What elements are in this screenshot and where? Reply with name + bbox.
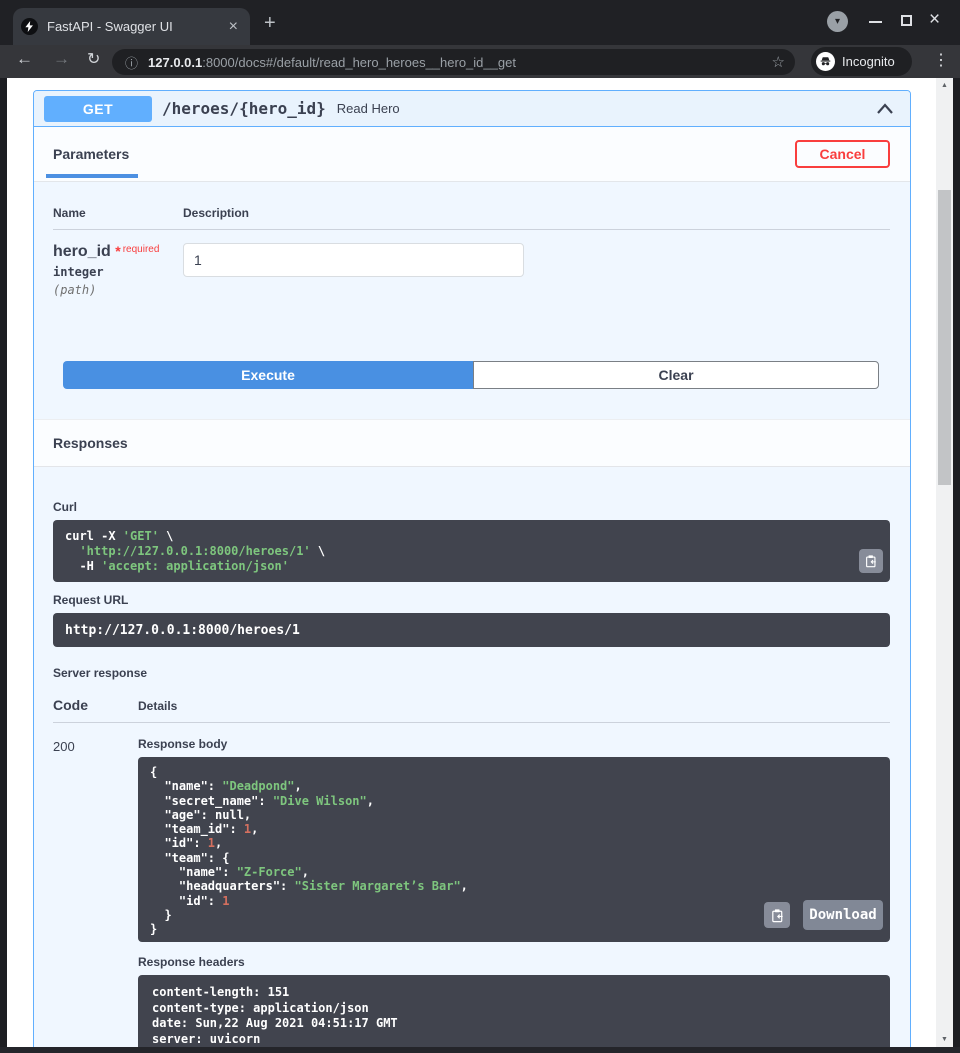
column-name: Name [53,206,183,220]
chevron-up-icon [876,102,894,115]
status-code: 200 [53,737,138,1047]
status-details: Response body { "name": "Deadpond", "sec… [138,737,890,1047]
forward-button[interactable]: → [53,49,70,69]
response-headers-label: Response headers [138,955,890,969]
responses-title: Responses [53,435,128,451]
browser-window: FastAPI - Swagger UI × + ▾ × ← → ↻ ⓘ 127… [0,0,960,1053]
execute-clear-row: Execute Clear [63,361,879,389]
bookmark-star-icon[interactable]: ☆ [772,53,785,71]
param-location: (path) [53,283,183,297]
browser-menu-icon[interactable]: ⋮ [933,50,949,70]
incognito-label: Incognito [842,54,895,69]
opblock-header[interactable]: GET /heroes/{hero_id} Read Hero [34,91,910,127]
response-body-actions: Download [764,900,883,930]
minimize-button[interactable] [869,21,882,23]
param-value-cell [183,243,524,297]
endpoint-summary: Read Hero [337,101,400,116]
reload-button[interactable]: ↻ [87,49,100,69]
clipboard-icon [864,554,878,568]
tab-active-underline [46,174,138,178]
param-row-hero-id: hero_id *required integer (path) [53,243,890,297]
table-divider [53,229,890,230]
window-bottom-border [0,1047,960,1053]
fastapi-logo-icon [21,18,38,35]
window-right-border [953,78,960,1047]
browser-update-icon[interactable]: ▾ [827,11,848,32]
required-asterisk: * [115,243,120,259]
server-response-label: Server response [53,666,890,680]
column-description: Description [183,206,249,220]
collapse-button[interactable] [876,102,894,115]
request-url-text: http://127.0.0.1:8000/heroes/1 [65,623,300,638]
curl-label: Curl [53,500,890,514]
url-text: 127.0.0.1:8000/docs#/default/read_hero_h… [148,55,516,70]
url-host: 127.0.0.1 [148,55,202,70]
back-button[interactable]: ← [16,49,33,69]
tab-close-icon[interactable]: × [225,19,242,35]
param-name: hero_id [53,243,111,260]
window-close-button[interactable]: × [929,9,940,31]
responses-content: Curl curl -X 'GET' \ 'http://127.0.0.1:8… [34,467,910,1047]
scrollbar-track[interactable]: ▲ ▼ [936,78,953,1047]
url-path: :8000/docs#/default/read_hero_heroes__he… [202,55,516,70]
scroll-down-button[interactable]: ▼ [936,1032,953,1047]
response-divider [53,722,890,723]
tab-title: FastAPI - Swagger UI [47,19,225,34]
swagger-page: GET /heroes/{hero_id} Read Hero Paramete… [7,78,936,1047]
column-details: Details [138,699,177,713]
tab-parameters[interactable]: Parameters [53,146,129,162]
hero-id-input[interactable] [183,243,524,277]
endpoint-path: /heroes/{hero_id} [162,99,326,118]
new-tab-icon[interactable]: + [264,13,276,33]
curl-code: curl -X 'GET' \ 'http://127.0.0.1:8000/h… [65,529,878,574]
url-bar[interactable]: ⓘ 127.0.0.1:8000/docs#/default/read_hero… [112,49,795,75]
title-bar: FastAPI - Swagger UI × + ▾ × [0,0,960,45]
status-row-200: 200 Response body { "name": "Deadpond", … [53,737,890,1047]
opblock-get-read-hero: GET /heroes/{hero_id} Read Hero Paramete… [33,90,911,1047]
curl-command: curl -X 'GET' \ 'http://127.0.0.1:8000/h… [53,520,890,582]
response-body-label: Response body [138,737,890,751]
scroll-up-button[interactable]: ▲ [936,78,953,93]
copy-response-button[interactable] [764,902,790,928]
request-url-value: http://127.0.0.1:8000/heroes/1 [53,613,890,647]
cancel-button[interactable]: Cancel [795,140,890,168]
parameters-section-header: Parameters Cancel [34,127,910,182]
required-label: required [123,244,160,255]
caret-down-icon: ▾ [835,16,840,27]
parameters-columns: Name Description [53,206,890,220]
clear-button[interactable]: Clear [473,361,879,389]
response-headers: content-length: 151content-type: applica… [138,975,890,1047]
param-meta: hero_id *required integer (path) [53,243,183,297]
responses-section-header: Responses [34,419,910,467]
incognito-badge: Incognito [811,47,912,76]
column-code: Code [53,697,138,713]
scrollbar-thumb[interactable] [938,190,951,485]
execute-button[interactable]: Execute [63,361,473,389]
incognito-icon [816,52,835,71]
clipboard-icon [770,908,785,923]
copy-curl-button[interactable] [859,549,883,573]
response-columns: Code Details [53,697,890,713]
site-info-icon[interactable]: ⓘ [125,53,138,72]
param-type: integer [53,265,183,279]
parameters-table: Name Description hero_id *required integ… [34,182,910,419]
method-badge: GET [44,96,152,122]
maximize-button[interactable] [901,15,912,26]
response-body: { "name": "Deadpond", "secret_name": "Di… [138,757,890,942]
response-headers-text: content-length: 151content-type: applica… [152,985,876,1047]
request-url-label: Request URL [53,593,890,607]
browser-tab[interactable]: FastAPI - Swagger UI × [13,8,250,45]
download-button[interactable]: Download [803,900,883,930]
